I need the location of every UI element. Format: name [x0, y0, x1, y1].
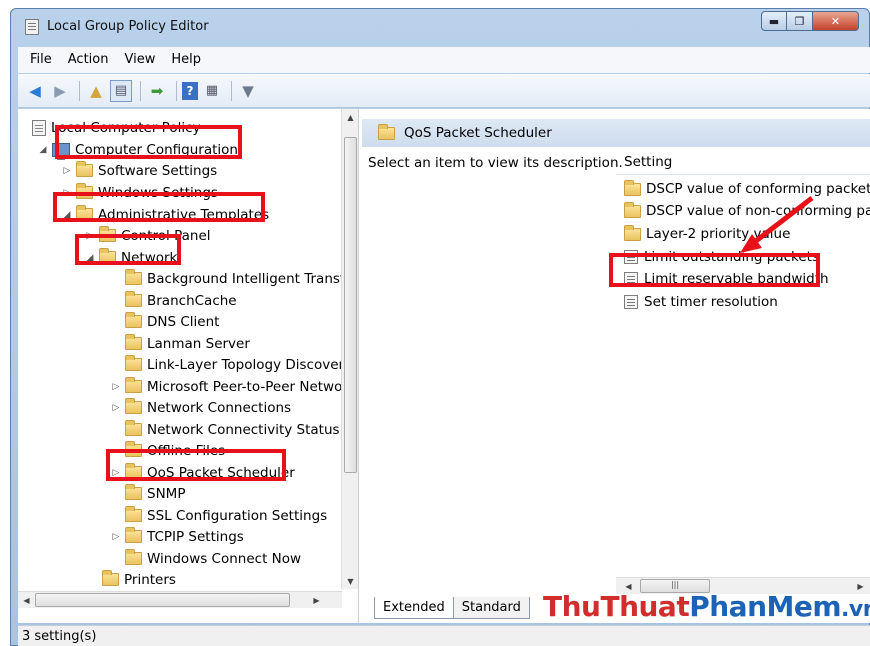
watermark-part: .vn [841, 597, 870, 622]
watermark-part: PhanMem [689, 590, 842, 623]
annotation-arrow-layer [740, 196, 814, 253]
red-arrow-icon [750, 196, 814, 246]
watermark-part: ThuThuat [543, 590, 690, 623]
watermark: ThuThuatPhanMem.vn [543, 590, 870, 623]
